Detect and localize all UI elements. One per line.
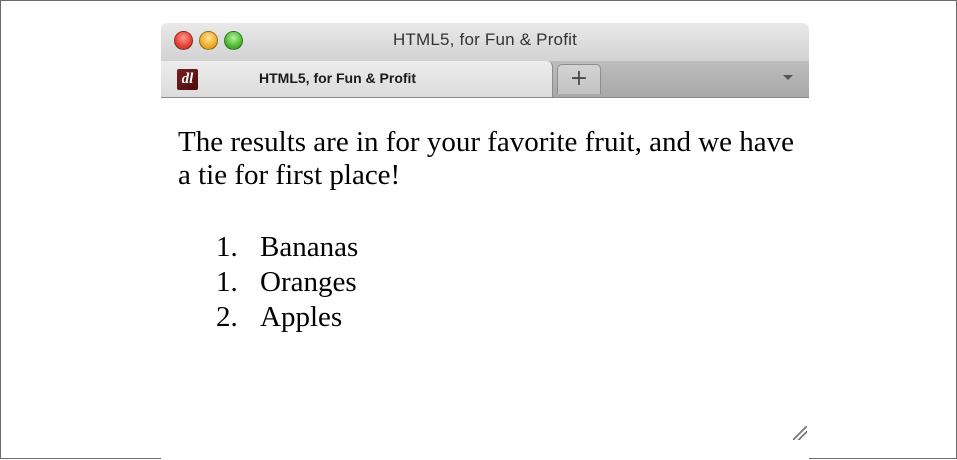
tab-active[interactable]: dl HTML5, for Fun & Profit xyxy=(161,61,553,97)
list-item-number: 2. xyxy=(216,301,238,333)
list-item-number: 1. xyxy=(216,266,238,298)
fruit-list: 1. Bananas 1. Oranges 2. Apples xyxy=(216,230,358,335)
list-item: 1. Bananas xyxy=(216,230,358,265)
new-tab-button[interactable]: + xyxy=(557,64,601,94)
list-item-text: Bananas xyxy=(260,231,359,263)
title-bar: HTML5, for Fun & Profit xyxy=(161,23,809,61)
site-favicon-icon: dl xyxy=(177,69,198,90)
list-item-number: 1. xyxy=(216,231,238,263)
browser-window: HTML5, for Fun & Profit dl HTML5, for Fu… xyxy=(161,23,809,460)
page-content: The results are in for your favorite fru… xyxy=(161,98,809,460)
intro-paragraph: The results are in for your favorite fru… xyxy=(178,126,795,191)
screenshot-frame: HTML5, for Fun & Profit dl HTML5, for Fu… xyxy=(0,0,957,460)
list-item-text: Apples xyxy=(260,301,343,333)
list-item-text: Oranges xyxy=(260,266,357,298)
window-title: HTML5, for Fun & Profit xyxy=(392,30,578,49)
resize-grip-icon[interactable] xyxy=(793,426,807,440)
list-item: 2. Apples xyxy=(216,300,358,335)
tab-overflow-menu-icon[interactable] xyxy=(783,75,793,80)
list-item: 1. Oranges xyxy=(216,265,358,300)
tab-label: HTML5, for Fun & Profit xyxy=(259,70,417,86)
tab-strip: dl HTML5, for Fun & Profit + xyxy=(161,61,809,98)
